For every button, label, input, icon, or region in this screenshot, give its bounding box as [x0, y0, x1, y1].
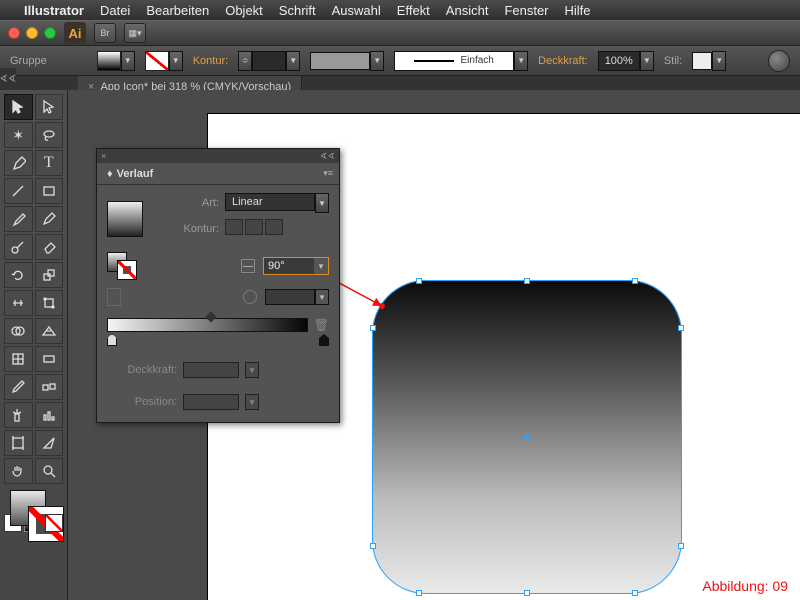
panel-drag-bar[interactable]: ×∢∢	[97, 149, 339, 163]
column-graph-tool[interactable]	[35, 402, 64, 428]
menu-datei[interactable]: Datei	[100, 3, 130, 18]
stroke-across-icon[interactable]	[265, 219, 283, 235]
menu-schrift[interactable]: Schrift	[279, 3, 316, 18]
control-bar: Gruppe ▼ ▼ Kontur: ≑▼ ▼ Einfach▼ Deckkra…	[0, 46, 800, 76]
variable-width-profile[interactable]: ▼	[310, 51, 384, 71]
stroke-label[interactable]: Kontur:	[193, 55, 228, 67]
angle-icon	[241, 259, 255, 273]
gradient-preview-swatch[interactable]	[107, 201, 143, 237]
delete-stop-icon[interactable]: 🗑	[314, 318, 329, 332]
opacity-field[interactable]: 100%▼	[598, 51, 654, 71]
arrange-documents-button[interactable]: ▦▾	[124, 23, 146, 43]
rotate-tool[interactable]	[4, 262, 33, 288]
gradient-stop-black[interactable]	[319, 334, 329, 346]
stroke-along-icon[interactable]	[245, 219, 263, 235]
fill-swatch[interactable]: ▼	[97, 51, 135, 71]
menu-hilfe[interactable]: Hilfe	[565, 3, 591, 18]
zoom-window-button[interactable]	[44, 27, 56, 39]
type-label: Art:	[159, 197, 219, 209]
stroke-within-icon[interactable]	[225, 219, 243, 235]
width-tool[interactable]	[4, 290, 33, 316]
free-transform-tool[interactable]	[35, 290, 64, 316]
blob-brush-tool[interactable]	[4, 234, 33, 260]
opacity-label[interactable]: Deckkraft:	[538, 55, 588, 67]
figure-caption: Abbildung: 09	[702, 578, 788, 594]
symbol-sprayer-tool[interactable]	[4, 402, 33, 428]
window-controls	[8, 27, 56, 39]
menu-effekt[interactable]: Effekt	[397, 3, 430, 18]
menu-fenster[interactable]: Fenster	[504, 3, 548, 18]
panel-menu-icon[interactable]: ▾≡	[323, 168, 339, 179]
tools-panel: ✶ T	[0, 90, 68, 600]
perspective-grid-tool[interactable]	[35, 318, 64, 344]
style-swatch[interactable]: ▼	[692, 51, 726, 71]
panel-stroke-label: Kontur:	[159, 223, 219, 235]
close-window-button[interactable]	[8, 27, 20, 39]
aspect-link-icon[interactable]	[107, 288, 121, 306]
style-label: Stil:	[664, 55, 682, 67]
stop-opacity-field[interactable]	[183, 362, 239, 378]
document-setup-icon[interactable]	[768, 50, 790, 72]
pen-tool[interactable]	[4, 150, 33, 176]
panel-fill-stroke-mini[interactable]	[107, 252, 139, 280]
stroke-weight-dropdown[interactable]: ≑▼	[238, 51, 300, 71]
line-segment-tool[interactable]	[4, 178, 33, 204]
blend-tool[interactable]	[35, 374, 64, 400]
menu-app-name[interactable]: Illustrator	[24, 3, 84, 18]
stop-opacity-label: Deckkraft:	[107, 364, 177, 376]
gradient-tool[interactable]	[35, 346, 64, 372]
direct-selection-tool[interactable]	[35, 94, 64, 120]
gradient-ramp[interactable]	[107, 318, 308, 332]
gradient-angle-field[interactable]: 90°▼	[263, 257, 329, 275]
gradient-panel[interactable]: ×∢∢ ♦ Verlauf ▾≡ Art: Linear▼ Kontur: 90…	[96, 148, 340, 423]
app-logo-icon: Ai	[64, 22, 86, 44]
menu-bearbeiten[interactable]: Bearbeiten	[146, 3, 209, 18]
type-tool[interactable]: T	[35, 150, 64, 176]
aspect-ratio-icon	[243, 290, 257, 304]
rectangle-tool[interactable]	[35, 178, 64, 204]
app-titlebar: Ai Br ▦▾	[0, 20, 800, 46]
paintbrush-tool[interactable]	[4, 206, 33, 232]
magic-wand-tool[interactable]: ✶	[4, 122, 33, 148]
stroke-swatch[interactable]: ▼	[145, 51, 183, 71]
selection-outline	[372, 280, 682, 594]
menu-objekt[interactable]: Objekt	[225, 3, 263, 18]
selection-tool[interactable]	[4, 94, 33, 120]
minimize-window-button[interactable]	[26, 27, 38, 39]
hand-tool[interactable]	[4, 458, 33, 484]
stop-position-field[interactable]	[183, 394, 239, 410]
slice-tool[interactable]	[35, 430, 64, 456]
stroke-gradient-options	[225, 219, 329, 238]
mesh-tool[interactable]	[4, 346, 33, 372]
panel-close-icon[interactable]: ×	[101, 151, 106, 161]
artboard-tool[interactable]	[4, 430, 33, 456]
gradient-stop-white[interactable]	[107, 334, 117, 346]
aspect-ratio-field[interactable]: ▼	[265, 289, 329, 305]
panel-collapse-toggle[interactable]: ∢∢	[0, 68, 16, 90]
gradient-panel-tab[interactable]: ♦ Verlauf	[97, 163, 163, 184]
lasso-tool[interactable]	[35, 122, 64, 148]
selection-type-label: Gruppe	[10, 55, 47, 67]
stop-position-label: Position:	[107, 396, 177, 408]
bridge-button[interactable]: Br	[94, 23, 116, 43]
menu-ansicht[interactable]: Ansicht	[446, 3, 489, 18]
color-mode-none[interactable]	[45, 514, 63, 532]
brush-definition[interactable]: Einfach▼	[394, 51, 528, 71]
pencil-tool[interactable]	[35, 206, 64, 232]
shape-builder-tool[interactable]	[4, 318, 33, 344]
zoom-tool[interactable]	[35, 458, 64, 484]
system-menubar: Illustrator Datei Bearbeiten Objekt Schr…	[0, 0, 800, 20]
scale-tool[interactable]	[35, 262, 64, 288]
eraser-tool[interactable]	[35, 234, 64, 260]
eyedropper-tool[interactable]	[4, 374, 33, 400]
menu-auswahl[interactable]: Auswahl	[332, 3, 381, 18]
gradient-type-dropdown[interactable]: Linear▼	[225, 193, 329, 213]
